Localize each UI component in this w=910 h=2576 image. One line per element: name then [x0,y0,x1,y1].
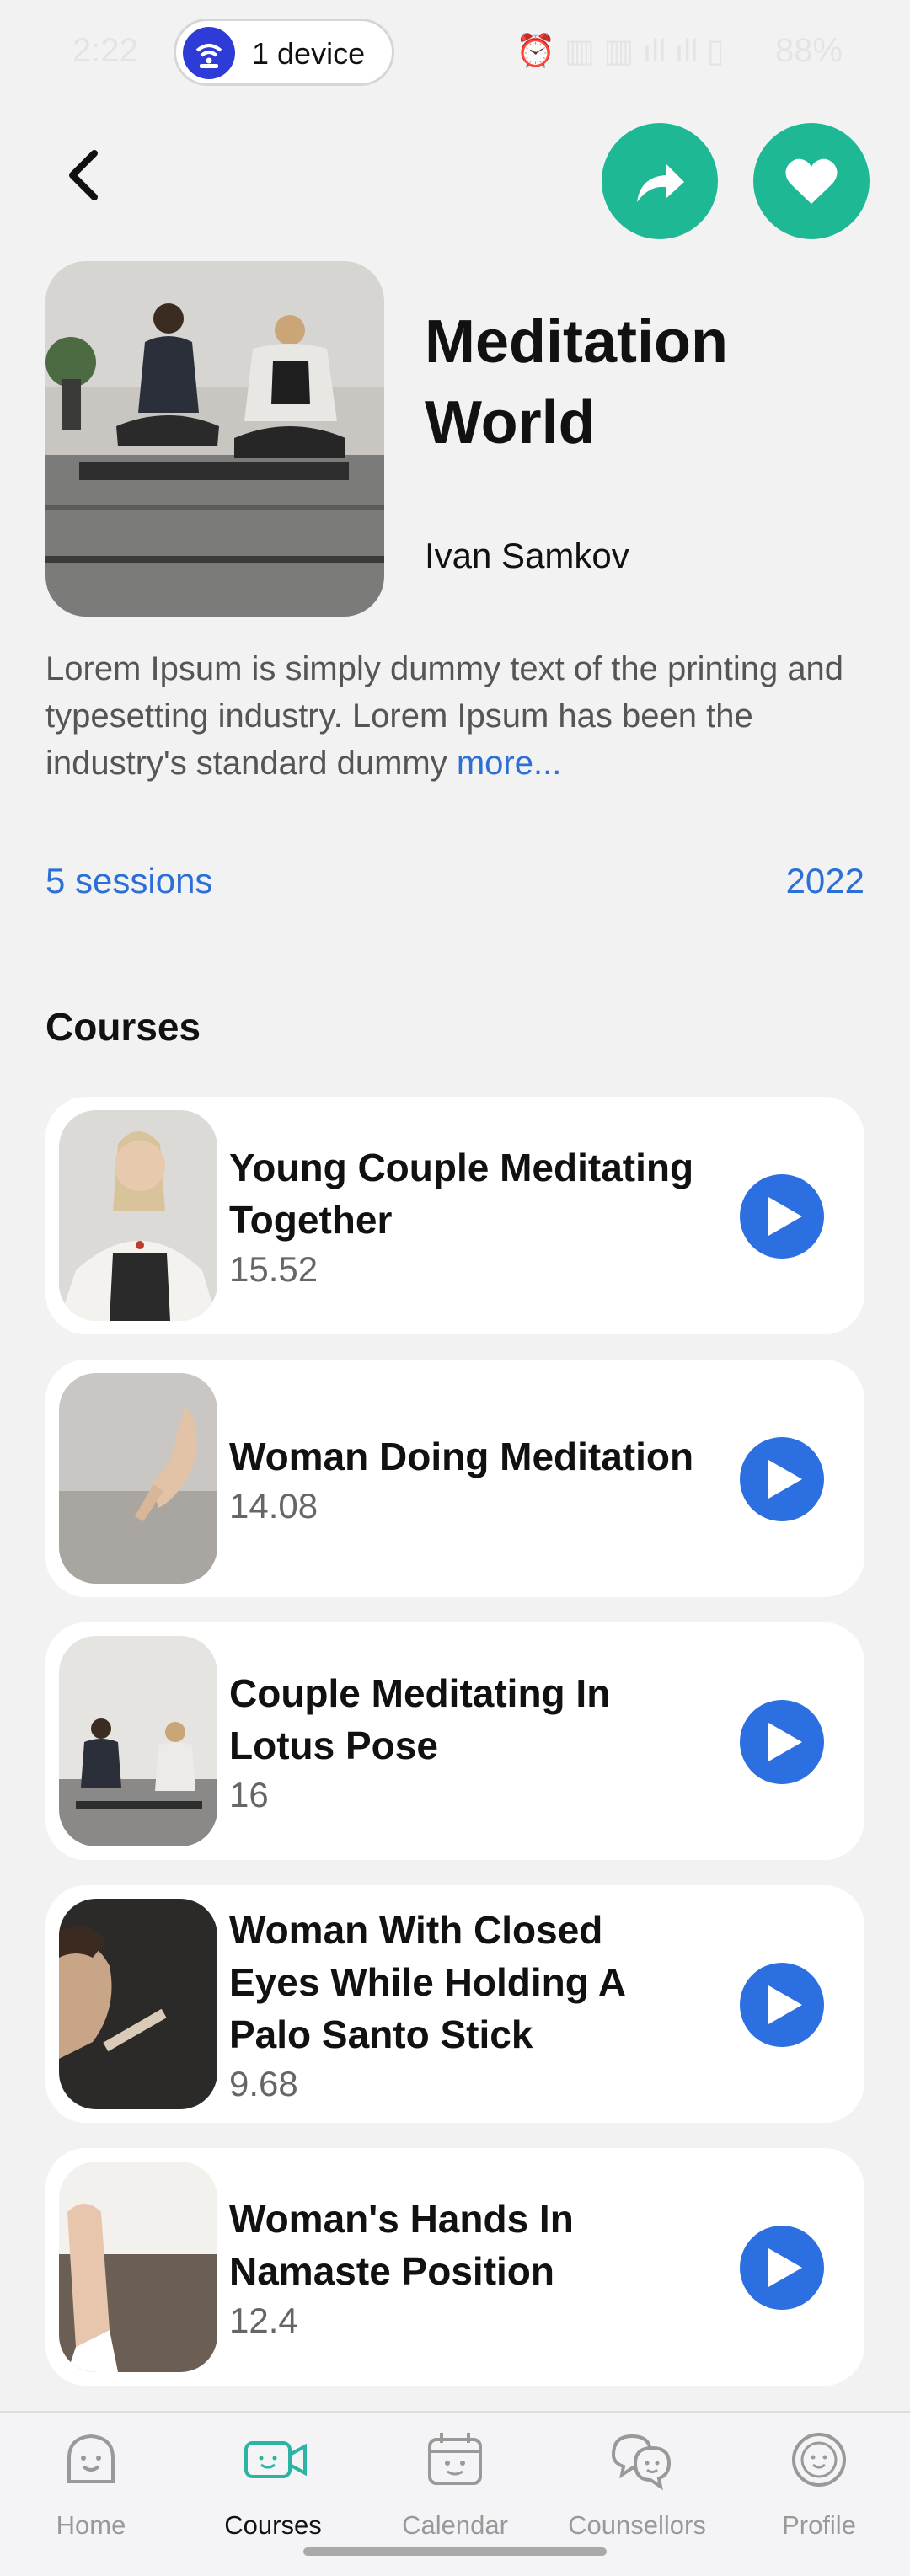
course-card[interactable]: Woman Doing Meditation 14.08 [46,1360,864,1597]
play-button[interactable] [740,1963,824,2047]
heart-icon [785,158,838,204]
course-list: Young Couple Meditating Together 15.52 W… [46,1097,864,2411]
course-card[interactable]: Woman's Hands In Namaste Position 12.4 [46,2148,864,2386]
course-card[interactable]: Woman With Closed Eyes While Holding A P… [46,1885,864,2123]
status-time: 2:22 [72,32,138,69]
description-text: Lorem Ipsum is simply dummy text of the … [46,650,844,782]
course-thumbnail [59,1373,217,1584]
course-info: Woman's Hands In Namaste Position 12.4 [229,2148,701,2386]
course-info: Young Couple Meditating Together 15.52 [229,1097,701,1334]
course-card[interactable]: Couple Meditating In Lotus Pose 16 [46,1622,864,1860]
calendar-icon [428,2433,482,2485]
play-icon [768,1460,802,1499]
course-thumbnail [59,2162,217,2372]
favorite-button[interactable] [753,123,870,239]
nav-label: Profile [782,2510,856,2540]
course-title: Woman With Closed Eyes While Holding A P… [229,1908,625,2056]
course-thumbnail [59,1899,217,2109]
status-icons: ⏰ ▥ ▥ ıll ıll ▯ [516,34,725,69]
nav-item-courses[interactable]: Courses [182,2429,364,2556]
course-title: Couple Meditating In Lotus Pose [229,1671,611,1767]
nav-label: Courses [224,2510,322,2540]
album-title: Meditation World [425,308,728,457]
share-icon [637,163,684,202]
session-count: 5 sessions [46,861,213,901]
chevron-left-icon [69,150,98,200]
nav-label: Home [56,2510,126,2540]
course-title: Young Couple Meditating Together [229,1146,694,1242]
share-button[interactable] [602,123,718,239]
home-face-icon [67,2434,115,2483]
album-description: Lorem Ipsum is simply dummy text of the … [46,645,871,787]
course-title: Woman's Hands In Namaste Position [229,2197,574,2293]
nav-label: Counsellors [568,2510,706,2540]
device-pill[interactable]: 1 device [174,19,394,86]
course-duration: 12.4 [229,2301,298,2340]
course-thumbnail [59,1110,217,1321]
play-icon [768,1985,802,2024]
more-link[interactable]: more... [457,745,561,782]
course-duration: 14.08 [229,1486,318,1526]
course-title: Woman Doing Meditation [229,1435,694,1478]
video-camera-icon [244,2441,307,2478]
course-card[interactable]: Young Couple Meditating Together 15.52 [46,1097,864,1334]
play-button[interactable] [740,2226,824,2310]
course-duration: 16 [229,1775,269,1814]
chat-bubbles-icon [611,2434,672,2490]
wifi-device-icon [183,27,235,79]
course-info: Woman Doing Meditation 14.08 [229,1360,701,1597]
nav-item-calendar[interactable]: Calendar [364,2429,546,2556]
course-duration: 9.68 [229,2064,298,2103]
course-thumbnail [59,1636,217,1846]
album-cover-image [46,261,384,617]
album-author: Ivan Samkov [425,536,629,575]
nav-item-counsellors[interactable]: Counsellors [546,2429,728,2556]
play-button[interactable] [740,1174,824,1259]
course-duration: 15.52 [229,1249,318,1289]
nav-item-profile[interactable]: Profile [728,2429,910,2556]
courses-section-title: Courses [46,1005,201,1049]
back-button[interactable] [57,145,111,206]
course-info: Couple Meditating In Lotus Pose 16 [229,1622,701,1860]
play-button[interactable] [740,1700,824,1784]
play-icon [768,1723,802,1761]
album-year: 2022 [785,861,864,901]
home-indicator [303,2547,607,2556]
status-bar: 2:22 1 device ⏰ ▥ ▥ ıll ıll ▯ 88% [0,0,910,101]
device-label: 1 device [252,36,366,71]
battery-level: 88% [775,32,843,69]
course-info: Woman With Closed Eyes While Holding A P… [229,1885,701,2123]
profile-face-icon [792,2433,846,2487]
play-icon [768,2248,802,2287]
play-icon [768,1197,802,1236]
nav-label: Calendar [402,2510,508,2540]
nav-item-home[interactable]: Home [0,2429,182,2556]
play-button[interactable] [740,1437,824,1521]
